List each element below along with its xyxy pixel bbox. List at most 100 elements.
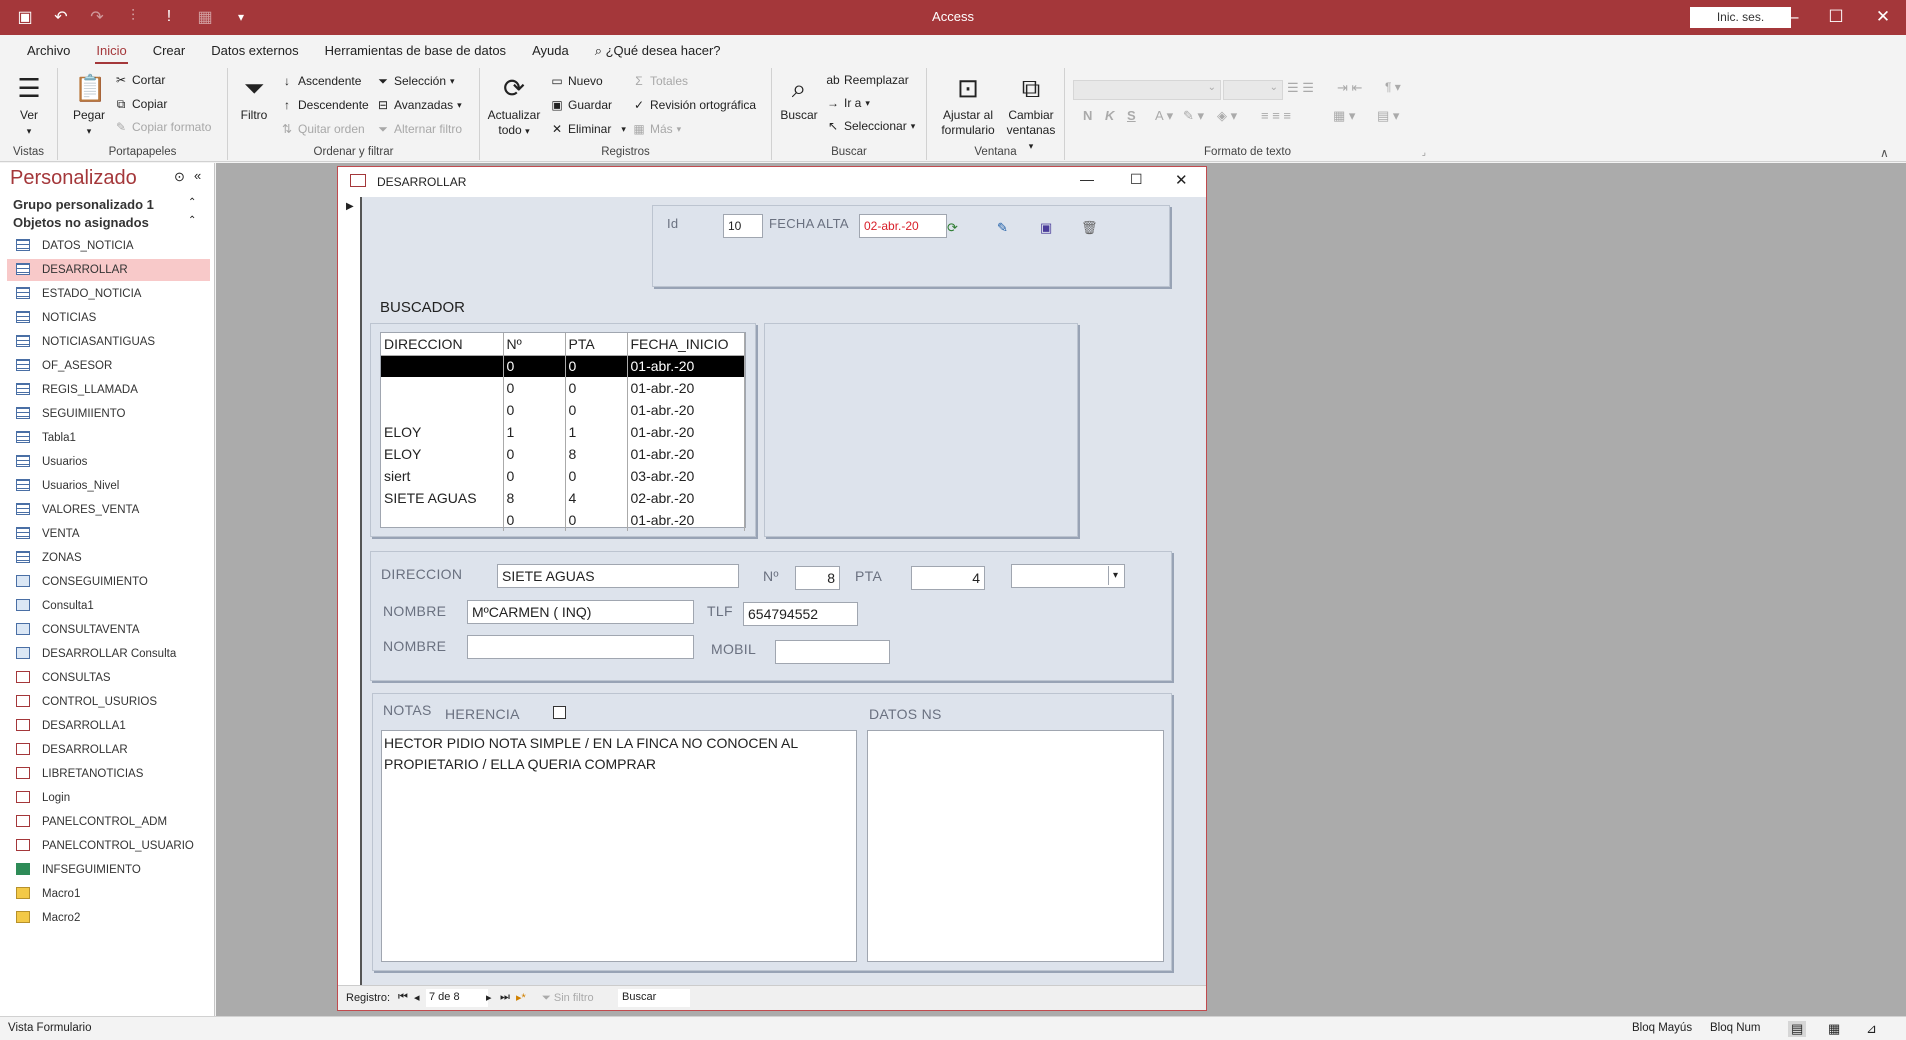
reemplazar-button[interactable]: ab Reemplazar — [826, 73, 908, 87]
list-row[interactable]: 0 0 01-abr.-20 — [381, 509, 745, 531]
prev-record-icon[interactable]: ◂ — [414, 991, 420, 1004]
nav-item[interactable]: Login — [0, 787, 210, 809]
new-record-nav-icon[interactable]: ▸* — [516, 991, 526, 1004]
collapse-ribbon-icon[interactable]: ∧ — [1880, 146, 1889, 160]
filtro-button[interactable]: ⏷ Filtro — [234, 72, 274, 123]
nav-item[interactable]: DESARROLLAR Consulta — [0, 643, 210, 665]
seleccionar-button[interactable]: ↖ Seleccionar ▾ — [826, 119, 915, 133]
nav-item[interactable]: DESARROLLA1 — [0, 715, 210, 737]
font-name-select[interactable]: ⌄ — [1073, 80, 1221, 100]
avanzadas-button[interactable]: ⊟ Avanzadas ▾ — [376, 98, 462, 112]
copiar-formato-button[interactable]: ✎ Copiar formato — [114, 120, 211, 134]
close-icon[interactable]: ✕ — [1860, 0, 1906, 35]
nav-item[interactable]: ZONAS — [0, 547, 210, 569]
tell-me[interactable]: ⌕ ¿Qué desea hacer? — [582, 35, 734, 66]
next-record-icon[interactable]: ▸ — [486, 991, 492, 1004]
combo-select[interactable]: ▾ — [1011, 564, 1125, 588]
list-row[interactable]: ELOY 0 8 01-abr.-20 — [381, 443, 745, 465]
nav-item[interactable]: SEGUIMIIENTO — [0, 403, 210, 425]
form-maximize-icon[interactable]: ☐ — [1130, 171, 1143, 188]
gridlines-icon[interactable]: ▤ ▾ — [1377, 108, 1399, 124]
layout-view-icon[interactable]: ▦ — [1828, 1021, 1840, 1037]
minimize-icon[interactable]: — — [1767, 0, 1813, 35]
nombre2-field[interactable] — [467, 635, 694, 659]
ascendente-button[interactable]: ↓ Ascendente — [280, 74, 361, 88]
nav-item[interactable]: CONSULTAVENTA — [0, 619, 210, 641]
nav-item[interactable]: Macro2 — [0, 907, 210, 929]
underline-button[interactable]: S — [1127, 108, 1136, 123]
nav-group-custom[interactable]: Grupo personalizado 1 — [13, 197, 154, 212]
mas-button[interactable]: ▦ Más ▾ — [632, 122, 681, 136]
nav-item[interactable]: CONTROL_USURIOS — [0, 691, 210, 713]
tab-ayuda[interactable]: Ayuda — [519, 35, 582, 66]
nav-item[interactable]: REGIS_LLAMADA — [0, 379, 210, 401]
descendente-button[interactable]: ↑ Descendente — [280, 98, 369, 112]
eliminar-button[interactable]: ✕ Eliminar ▾ — [550, 122, 626, 136]
tab-datos-externos[interactable]: Datos externos — [198, 35, 311, 66]
form-close-icon[interactable]: ✕ — [1175, 171, 1188, 189]
mobil-field[interactable] — [775, 640, 890, 664]
form-minimize-icon[interactable]: — — [1080, 171, 1094, 187]
nav-item[interactable]: INFSEGUIMIENTO — [0, 859, 210, 881]
design-view-icon[interactable]: ⊿ — [1866, 1021, 1877, 1037]
nombre-field[interactable]: MºCARMEN ( INQ) — [467, 600, 694, 624]
nav-item[interactable]: CONSULTAS — [0, 667, 210, 689]
nav-pane-title[interactable]: Personalizado — [10, 167, 137, 190]
indent-icon[interactable]: ⇥ ⇤ — [1337, 80, 1362, 96]
bold-button[interactable]: N — [1083, 108, 1092, 123]
nav-item[interactable]: Consulta1 — [0, 595, 210, 617]
nav-item[interactable]: DATOS_NOTICIA — [0, 235, 210, 257]
search-listbox[interactable]: DIRECCION Nº PTA FECHA_INICIO 0 0 01-abr.-20 0… — [380, 332, 746, 531]
ajustar-formulario-button[interactable]: ⊡ Ajustar al formulario — [937, 72, 999, 138]
nav-item[interactable]: PANELCONTROL_USUARIO — [0, 835, 210, 857]
alternar-filtro-button[interactable]: ⏷ Alternar filtro — [376, 122, 462, 136]
collapse-pane-icon[interactable]: « — [194, 168, 201, 183]
nav-item[interactable]: VENTA — [0, 523, 210, 545]
maximize-icon[interactable]: ☐ — [1813, 0, 1859, 35]
list-row[interactable]: SIETE AGUAS 8 4 02-abr.-20 — [381, 487, 745, 509]
list-row[interactable]: 0 0 01-abr.-20 — [381, 377, 745, 399]
nav-item[interactable]: Usuarios — [0, 451, 210, 473]
cambiar-ventanas-button[interactable]: ⧉ Cambiar ventanas ▾ — [1003, 72, 1059, 154]
nav-menu-icon[interactable]: ⊙ — [174, 169, 185, 185]
save-disk-icon[interactable]: ▣ — [1040, 220, 1052, 236]
edit-pencil-icon[interactable]: ✎ — [997, 220, 1008, 236]
pta-field[interactable]: 4 — [911, 566, 985, 590]
list-row[interactable]: 0 0 01-abr.-20 — [381, 399, 745, 421]
nav-item[interactable]: LIBRETANOTICIAS — [0, 763, 210, 785]
notas-textarea[interactable]: HECTOR PIDIO NOTA SIMPLE / EN LA FINCA N… — [381, 730, 857, 962]
ver-button[interactable]: ☰ Ver ▾ — [8, 72, 50, 139]
record-position-field[interactable]: 7 de 8 — [426, 989, 488, 1007]
nav-item[interactable]: ESTADO_NOTICIA — [0, 283, 210, 305]
nav-item[interactable]: Usuarios_Nivel — [0, 475, 210, 497]
refresh-icon[interactable]: ⟳ — [947, 220, 958, 236]
copiar-button[interactable]: ⧉ Copiar — [114, 97, 168, 111]
first-record-icon[interactable]: ⏮ — [398, 991, 408, 1004]
nav-item[interactable]: OF_ASESOR — [0, 355, 210, 377]
actualizar-todo-button[interactable]: ⟳ Actualizar todo ▾ — [486, 72, 542, 139]
datos-ns-textarea[interactable] — [867, 730, 1164, 962]
align-icon[interactable]: ≡ ≡ ≡ — [1261, 108, 1291, 123]
record-selector[interactable]: ▶ — [338, 197, 362, 985]
tab-crear[interactable]: Crear — [140, 35, 199, 66]
italic-button[interactable]: K — [1105, 108, 1114, 123]
list-row[interactable]: ELOY 1 1 01-abr.-20 — [381, 421, 745, 443]
tlf-field[interactable]: 654794552 — [743, 602, 858, 626]
buscar-button[interactable]: ⌕ Buscar — [778, 72, 820, 123]
nav-item[interactable]: VALORES_VENTA — [0, 499, 210, 521]
nav-group-unassigned[interactable]: Objetos no asignados — [13, 215, 149, 230]
nav-item[interactable]: DESARROLLAR — [7, 259, 210, 281]
nuevo-button[interactable]: ▭ Nuevo — [550, 74, 602, 88]
cortar-button[interactable]: ✂ Cortar — [114, 73, 165, 87]
herencia-checkbox[interactable] — [553, 706, 566, 719]
nav-item[interactable]: PANELCONTROL_ADM — [0, 811, 210, 833]
id-field[interactable]: 10 — [723, 214, 763, 238]
fecha-alta-field[interactable]: 02-abr.-20 — [859, 214, 947, 238]
n-field[interactable]: 8 — [795, 566, 840, 590]
nav-item[interactable]: NOTICIAS — [0, 307, 210, 329]
pegar-button[interactable]: 📋 Pegar ▾ — [68, 72, 110, 139]
totales-button[interactable]: Σ Totales — [632, 74, 688, 88]
quitar-orden-button[interactable]: ⇅ Quitar orden — [280, 122, 365, 136]
tab-herramientas[interactable]: Herramientas de base de datos — [312, 35, 519, 66]
direccion-field[interactable]: SIETE AGUAS — [497, 564, 739, 588]
